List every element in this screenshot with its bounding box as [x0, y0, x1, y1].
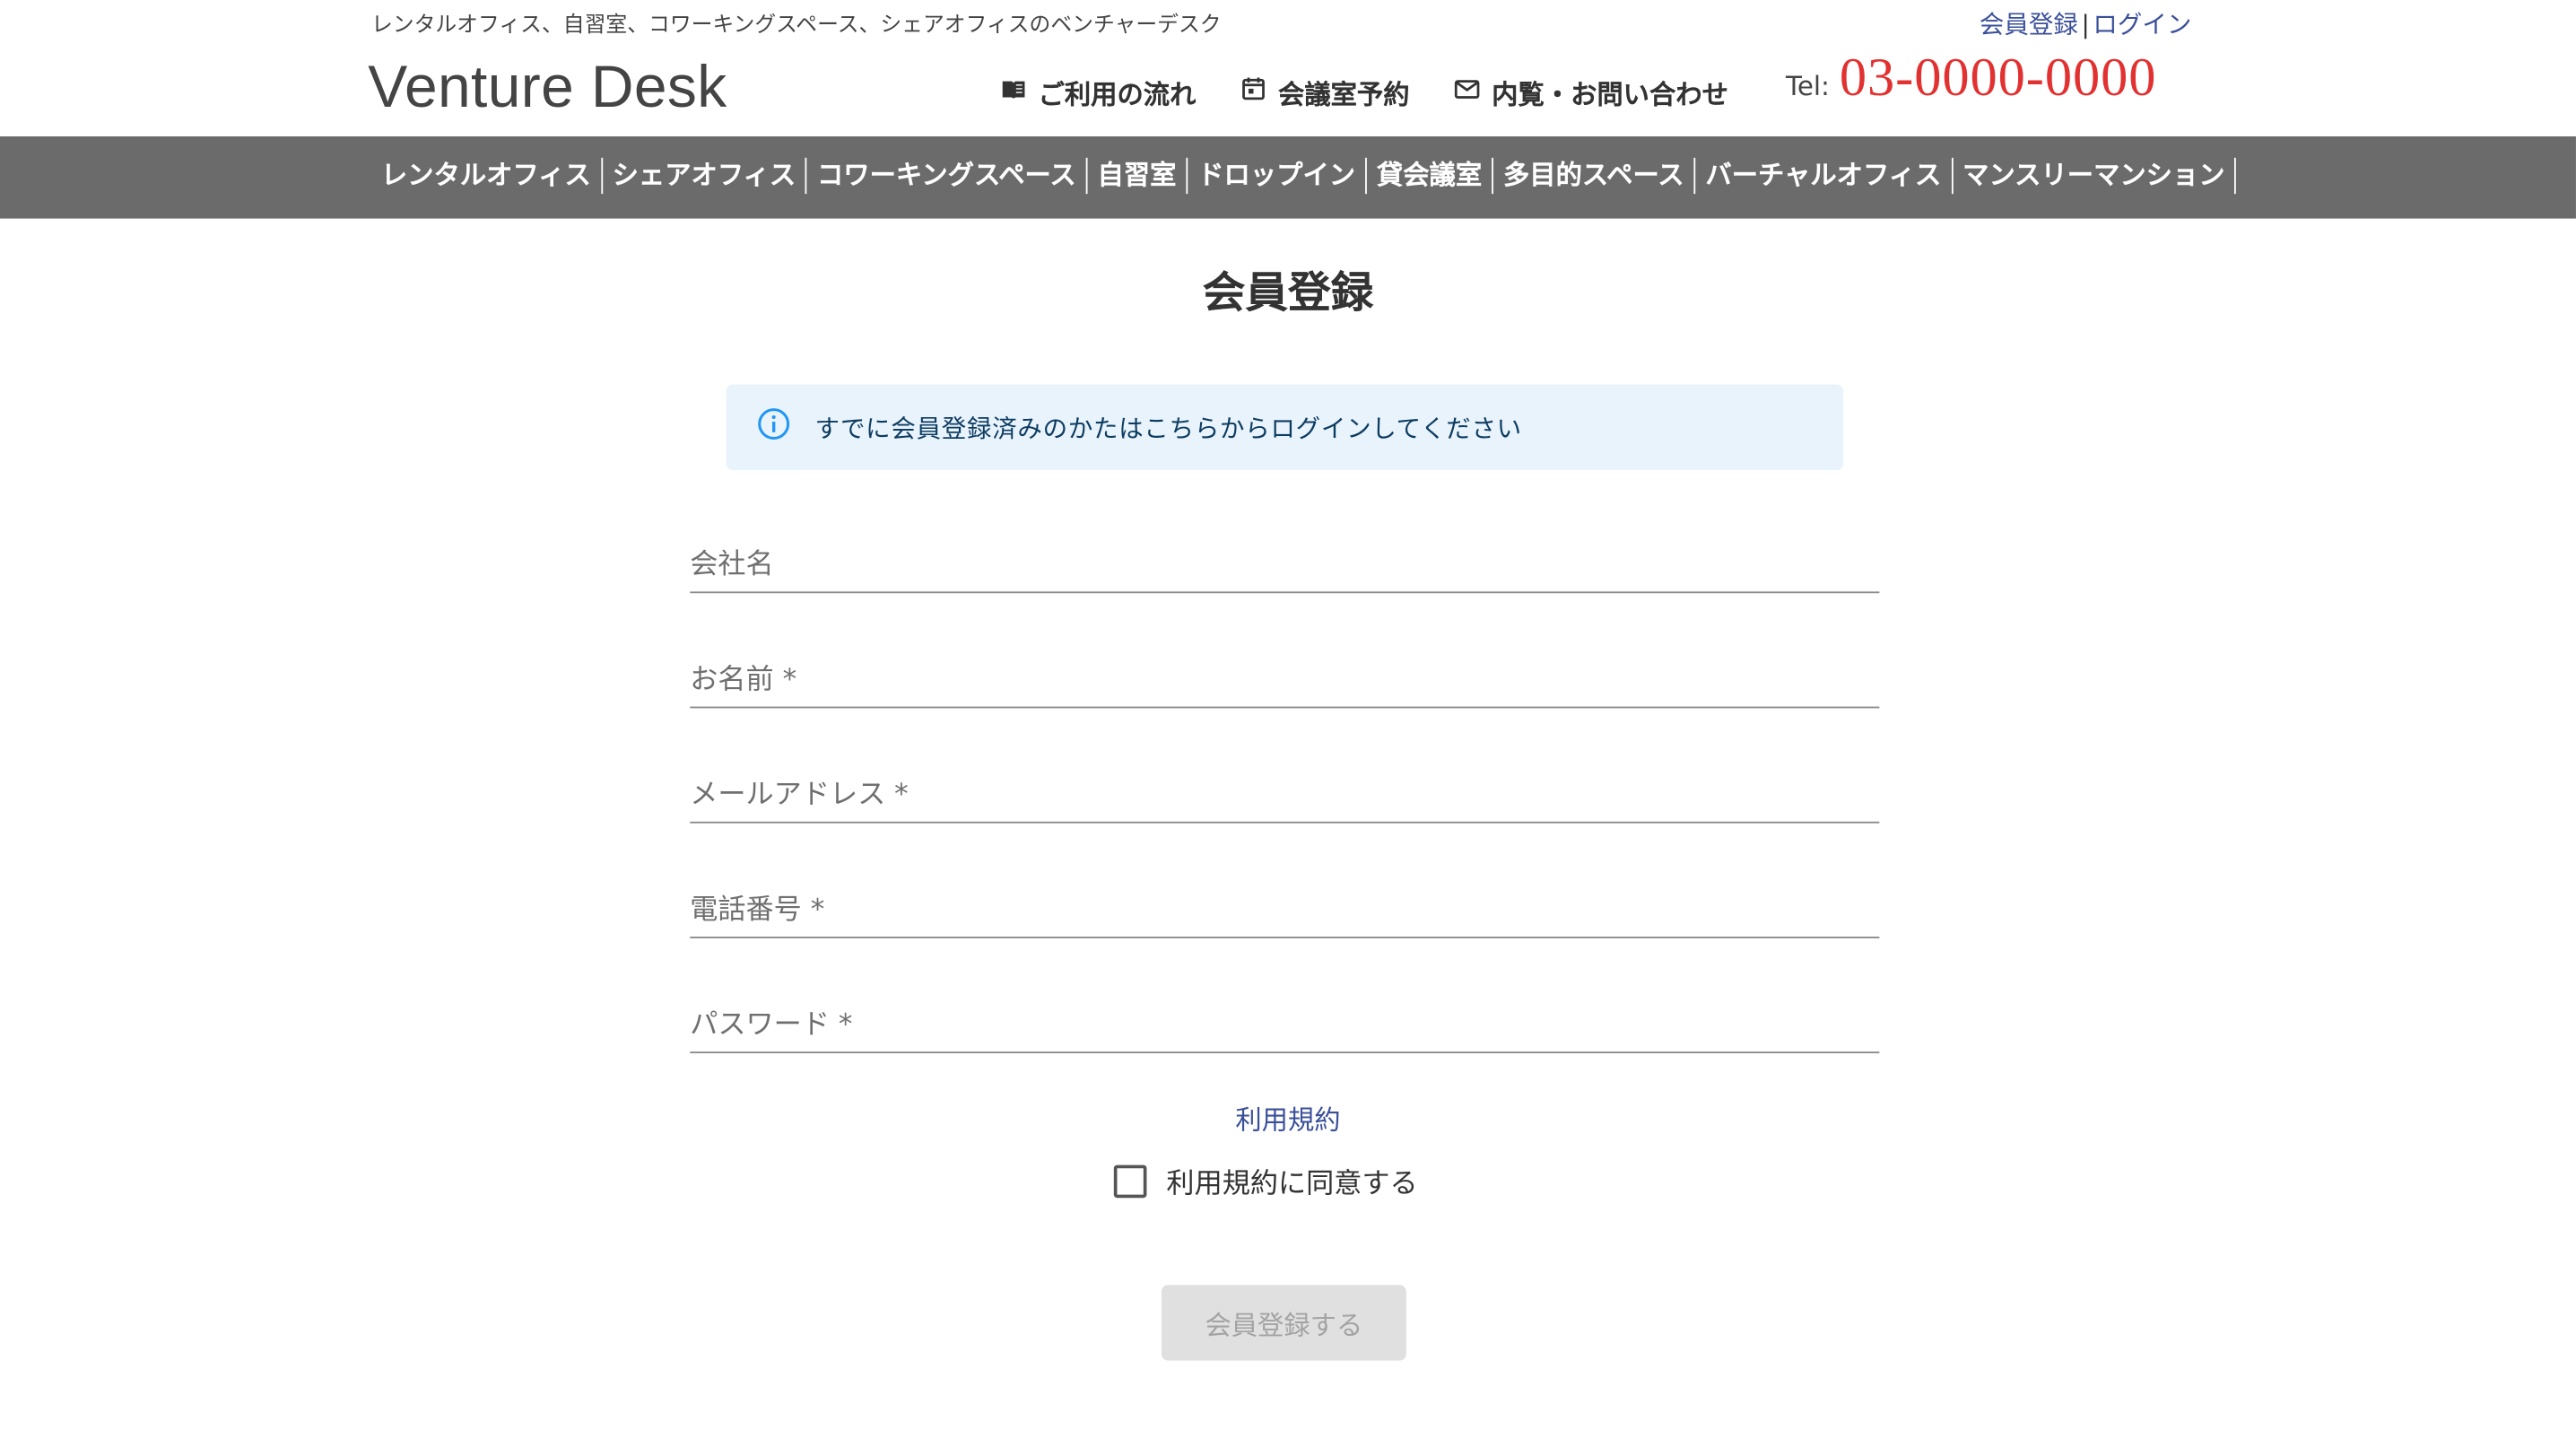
- category-study-room[interactable]: 自習室: [1087, 157, 1188, 195]
- category-drop-in[interactable]: ドロップイン: [1188, 157, 1367, 195]
- category-multipurpose[interactable]: 多目的スペース: [1493, 157, 1696, 195]
- auth-links: 会員登録 | ログイン: [1980, 6, 2191, 40]
- book-icon: [999, 74, 1029, 109]
- calendar-icon: [1239, 74, 1268, 109]
- login-link[interactable]: ログイン: [2093, 10, 2191, 39]
- email-field[interactable]: [690, 779, 1880, 812]
- info-icon: [727, 406, 792, 449]
- nav-label: 会議室予約: [1278, 78, 1410, 110]
- company-field[interactable]: [690, 548, 1880, 582]
- nav-meeting-reservation[interactable]: 会議室予約: [1239, 73, 1410, 112]
- submit-register-button[interactable]: 会員登録する: [1161, 1285, 1406, 1361]
- header-nav: ご利用の流れ 会議室予約 内覧・お問い合わせ: [999, 73, 1728, 112]
- auth-separator: |: [2081, 9, 2090, 39]
- category-share-office[interactable]: シェアオフィス: [603, 157, 808, 195]
- phone-field[interactable]: [690, 894, 1880, 928]
- category-coworking[interactable]: コワーキングスペース: [807, 157, 1088, 195]
- tel-label: Tel:: [1785, 70, 1830, 102]
- password-field[interactable]: [690, 1008, 1880, 1042]
- agree-label: 利用規約に同意する: [1166, 1168, 1418, 1201]
- nav-label: ご利用の流れ: [1038, 78, 1197, 110]
- page: レンタルオフィス、自習室、コワーキングスペース、シェアオフィスのベンチャーデスク…: [0, 0, 2576, 1439]
- email-field-wrapper: [690, 756, 1880, 824]
- category-bar: レンタルオフィス シェアオフィス コワーキングスペース 自習室 ドロップイン 貸…: [0, 136, 2576, 219]
- phone-number: Tel: 03-0000-0000: [1786, 49, 2156, 110]
- agree-terms[interactable]: 利用規約に同意する: [1113, 1160, 1418, 1201]
- nav-label: 内覧・お問い合わせ: [1492, 78, 1728, 110]
- category-monthly-mansion[interactable]: マンスリーマンション: [1953, 157, 2237, 195]
- page-title: 会員登録: [1202, 269, 1374, 319]
- password-field-wrapper: [690, 986, 1880, 1054]
- nav-usage-flow[interactable]: ご利用の流れ: [999, 73, 1197, 112]
- company-field-wrapper: [690, 526, 1880, 594]
- nav-contact[interactable]: 内覧・お問い合わせ: [1452, 73, 1728, 112]
- register-link[interactable]: 会員登録: [1980, 10, 2078, 39]
- name-field[interactable]: [690, 663, 1880, 697]
- site-logo[interactable]: Venture Desk: [368, 53, 727, 122]
- phone-field-wrapper: [690, 871, 1880, 938]
- agree-checkbox[interactable]: [1113, 1164, 1147, 1198]
- tel-number[interactable]: 03-0000-0000: [1840, 49, 2156, 110]
- category-meeting-room[interactable]: 貸会議室: [1367, 157, 1493, 195]
- mail-icon: [1452, 74, 1482, 109]
- login-info-alert[interactable]: すでに会員登録済みのかたはこちらからログインしてください: [726, 384, 1844, 470]
- category-list: レンタルオフィス シェアオフィス コワーキングスペース 自習室 ドロップイン 貸…: [371, 157, 2237, 195]
- name-field-wrapper: [690, 641, 1880, 709]
- site-tagline: レンタルオフィス、自習室、コワーキングスペース、シェアオフィスのベンチャーデスク: [370, 13, 1222, 39]
- terms-link[interactable]: 利用規約: [0, 1098, 2576, 1138]
- category-rental-office[interactable]: レンタルオフィス: [371, 157, 603, 195]
- category-virtual-office[interactable]: バーチャルオフィス: [1695, 157, 1954, 195]
- info-text: すでに会員登録済みのかたはこちらからログインしてください: [814, 413, 1522, 443]
